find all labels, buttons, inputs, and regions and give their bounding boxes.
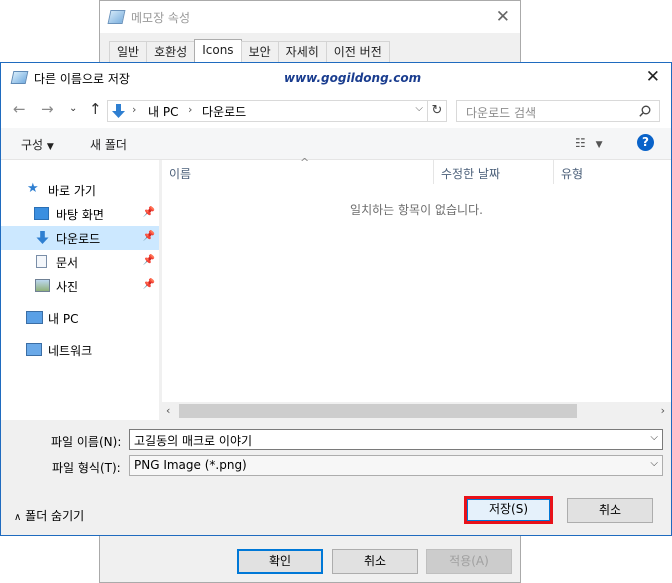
organize-label: 구성 — [21, 138, 44, 152]
tab-previous-versions[interactable]: 이전 버전 — [325, 41, 390, 63]
navigation-bar: ← → ⌄ ↑ › 내 PC › 다운로드 ⌵ ↻ 다운로드 검색 — [1, 93, 671, 128]
search-box[interactable]: 다운로드 검색 — [456, 100, 660, 122]
sidebar-item-documents[interactable]: 문서 📌 — [1, 250, 159, 274]
properties-title: 메모장 속성 — [131, 11, 191, 25]
tab-general[interactable]: 일반 — [109, 41, 148, 63]
refresh-icon[interactable]: ↻ — [428, 100, 447, 122]
dropdown-caret-icon: ▼ — [46, 142, 54, 152]
sidebar-item-label: 문서 — [56, 256, 79, 270]
breadcrumb-this-pc[interactable]: 내 PC — [148, 103, 178, 120]
sidebar-item-label: 네트워크 — [48, 344, 93, 358]
dialog-titlebar: 다른 이름으로 저장 www.gogildong.com ✕ — [1, 63, 671, 93]
sidebar-item-desktop[interactable]: 바탕 화면 📌 — [1, 202, 159, 226]
filetype-label: 파일 형식(T): — [52, 461, 121, 475]
command-toolbar: 구성 ▼ 새 폴더 ☷ ▼ ? — [1, 128, 671, 160]
column-header-label: 수정한 날짜 — [441, 167, 501, 181]
horizontal-scrollbar[interactable]: ‹ › — [162, 402, 671, 420]
view-options-icon[interactable]: ☷ ▼ — [575, 136, 603, 150]
sidebar-item-label: 바탕 화면 — [56, 208, 104, 222]
properties-tabs: 일반 호환성 Icons 보안 자세히 이전 버전 — [109, 39, 390, 63]
breadcrumb-downloads[interactable]: 다운로드 — [202, 103, 246, 120]
filename-field[interactable]: 고길동의 매크로 이야기 ⌵ — [129, 429, 663, 450]
sidebar-item-label: 사진 — [56, 280, 79, 294]
pin-icon[interactable]: 📌 — [143, 231, 155, 242]
dialog-title: 다른 이름으로 저장 — [34, 72, 130, 86]
filetype-select[interactable]: PNG Image (*.png) ⌵ — [129, 455, 663, 476]
chevron-down-icon[interactable]: ⌵ — [650, 432, 658, 443]
properties-cancel-button[interactable]: 취소 — [332, 549, 418, 574]
sort-caret-icon: ^ — [300, 156, 310, 169]
cancel-button[interactable]: 취소 — [567, 498, 653, 523]
star-icon: ★ — [27, 181, 39, 196]
chevron-up-icon: ∧ — [14, 512, 22, 523]
navigation-pane: ★ 바로 가기 바탕 화면 📌 다운로드 📌 문서 📌 사진 📌 내 PC 네트… — [1, 160, 159, 420]
close-icon[interactable]: ✕ — [646, 67, 660, 87]
forward-arrow-icon[interactable]: → — [41, 100, 54, 118]
desktop-icon — [34, 207, 49, 220]
computer-icon — [26, 311, 43, 324]
network-icon — [26, 343, 42, 356]
tab-icons[interactable]: Icons — [194, 39, 242, 63]
filename-label: 파일 이름(N): — [51, 435, 122, 449]
column-header-name[interactable]: 이름 ^ — [162, 156, 434, 184]
sidebar-item-pictures[interactable]: 사진 📌 — [1, 274, 159, 298]
recent-locations-chevron-icon[interactable]: ⌄ — [69, 103, 77, 114]
help-icon[interactable]: ? — [637, 134, 654, 151]
downloads-folder-icon — [112, 104, 125, 118]
sidebar-item-label: 바로 가기 — [48, 184, 96, 198]
sidebar-item-downloads[interactable]: 다운로드 📌 — [1, 226, 159, 250]
column-header-label: 유형 — [561, 167, 584, 181]
breadcrumb-chevron-icon[interactable]: › — [188, 103, 192, 116]
scroll-right-icon[interactable]: › — [661, 404, 665, 417]
properties-apply-button: 적용(A) — [426, 549, 512, 574]
pin-icon[interactable]: 📌 — [143, 279, 155, 290]
search-input[interactable]: 다운로드 검색 — [466, 104, 536, 121]
hide-folders-label: 폴더 숨기기 — [25, 509, 85, 523]
address-bar[interactable]: › 내 PC › 다운로드 ⌵ — [107, 100, 428, 122]
empty-folder-message: 일치하는 항목이 없습니다. — [350, 203, 483, 217]
column-header-date-modified[interactable]: 수정한 날짜 — [434, 160, 554, 184]
properties-ok-button[interactable]: 확인 — [237, 549, 323, 574]
search-icon — [639, 105, 651, 117]
sidebar-item-label: 다운로드 — [56, 232, 101, 246]
sidebar-item-this-pc[interactable]: 내 PC — [1, 306, 159, 330]
watermark: www.gogildong.com — [284, 71, 422, 85]
scroll-left-icon[interactable]: ‹ — [166, 404, 170, 417]
column-header-type[interactable]: 유형 — [554, 160, 671, 184]
sidebar-item-label: 내 PC — [48, 312, 79, 326]
documents-icon — [36, 255, 47, 268]
scrollbar-thumb[interactable] — [179, 404, 577, 418]
tab-details[interactable]: 자세히 — [277, 41, 327, 63]
properties-close-icon[interactable]: ✕ — [496, 7, 510, 27]
back-arrow-icon[interactable]: ← — [13, 100, 26, 118]
notepad-icon — [107, 10, 126, 24]
properties-titlebar: 메모장 속성 ✕ — [100, 1, 520, 33]
sidebar-item-network[interactable]: 네트워크 — [1, 338, 159, 362]
hide-folders-toggle[interactable]: ∧ 폴더 숨기기 — [14, 507, 84, 524]
pin-icon[interactable]: 📌 — [143, 207, 155, 218]
column-header-label: 이름 — [169, 167, 192, 181]
notepad-icon — [10, 71, 29, 84]
tab-security[interactable]: 보안 — [240, 41, 279, 63]
downloads-icon — [36, 231, 49, 244]
filetype-value: PNG Image (*.png) — [134, 458, 247, 472]
tab-compatibility[interactable]: 호환성 — [146, 41, 196, 63]
save-button[interactable]: 저장(S) — [467, 499, 550, 521]
pictures-icon — [35, 279, 50, 292]
pin-icon[interactable]: 📌 — [143, 255, 155, 266]
breadcrumb-chevron-icon[interactable]: › — [132, 103, 136, 116]
save-as-dialog: 다른 이름으로 저장 www.gogildong.com ✕ ← → ⌄ ↑ ›… — [0, 62, 672, 536]
organize-menu-button[interactable]: 구성 ▼ — [21, 136, 54, 153]
sidebar-item-quick-access[interactable]: ★ 바로 가기 — [1, 178, 159, 202]
file-list[interactable]: 이름 ^ 수정한 날짜 유형 일치하는 항목이 없습니다. — [162, 156, 671, 420]
new-folder-button[interactable]: 새 폴더 — [90, 136, 127, 153]
filename-input[interactable]: 고길동의 매크로 이야기 — [134, 432, 252, 449]
address-dropdown-icon[interactable]: ⌵ — [415, 103, 423, 114]
up-arrow-icon[interactable]: ↑ — [89, 100, 102, 118]
chevron-down-icon[interactable]: ⌵ — [650, 458, 658, 469]
